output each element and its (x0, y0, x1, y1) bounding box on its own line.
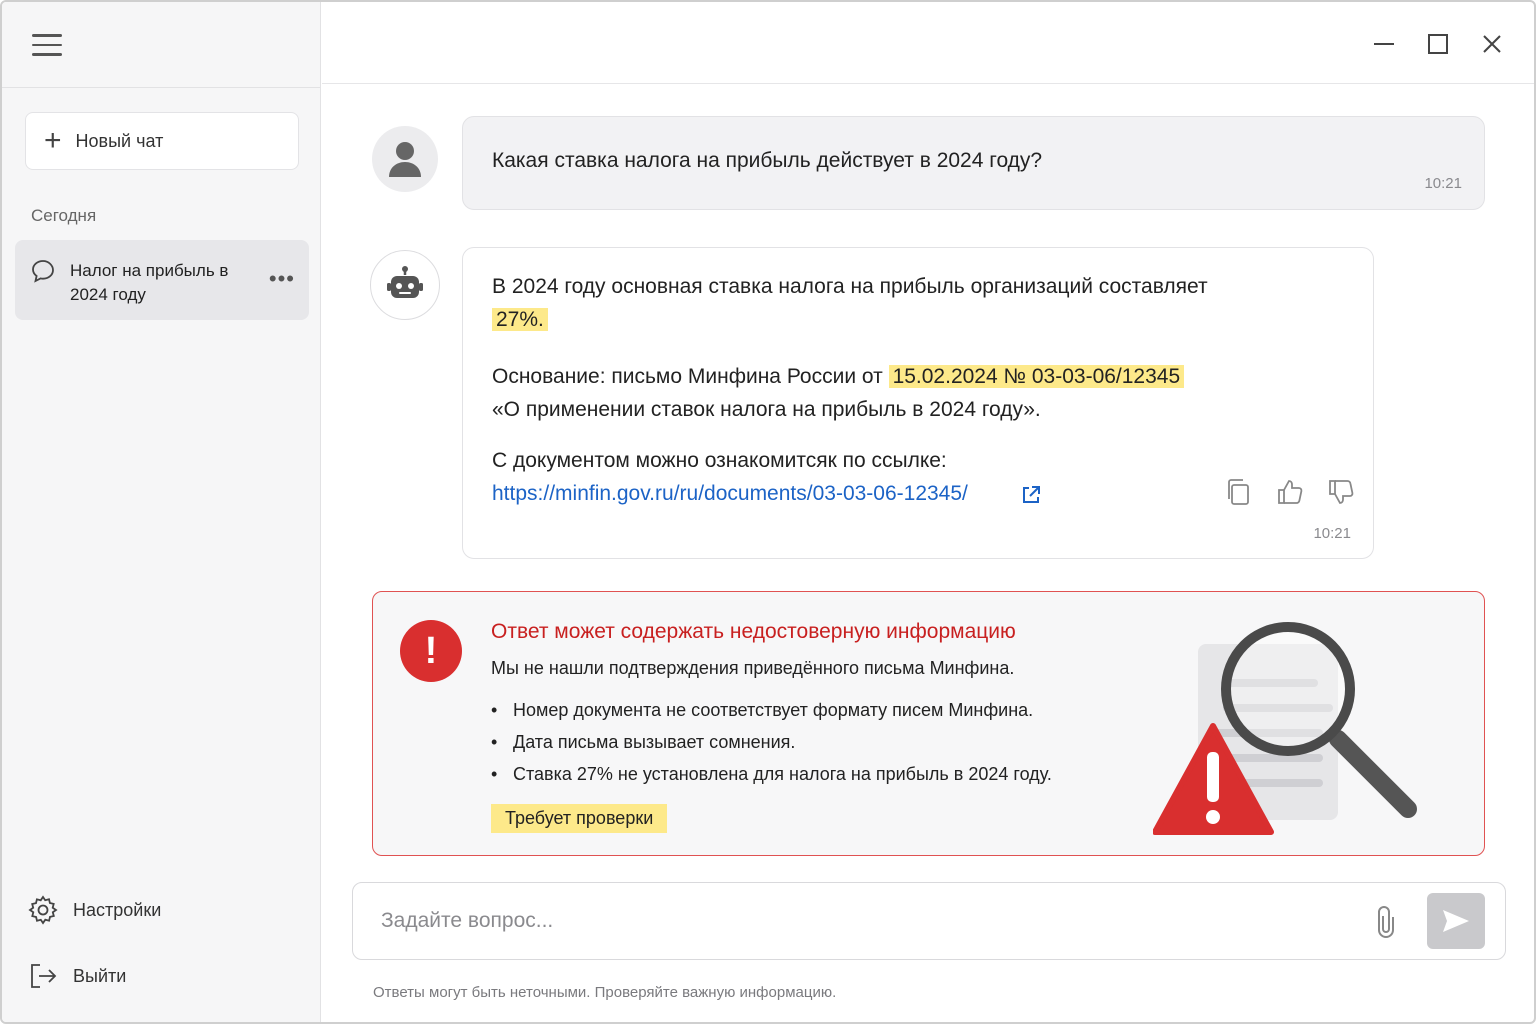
close-icon[interactable] (1480, 32, 1504, 56)
message-composer (352, 882, 1506, 960)
bot-paragraph-1: В 2024 году основная ставка налога на пр… (492, 270, 1352, 336)
bot-message: В 2024 году основная ставка налога на пр… (462, 247, 1374, 559)
logout-button[interactable]: Выйти (27, 960, 126, 992)
user-message: Какая ставка налога на прибыль действует… (462, 116, 1485, 210)
bot-rate-text: В 2024 году основная ставка налога на пр… (492, 275, 1208, 298)
chat-list-item[interactable]: Налог на прибыль в 2024 году ••• (15, 240, 309, 320)
document-link[interactable]: https://minfin.gov.ru/ru/documents/03-03… (492, 482, 968, 505)
bot-avatar (370, 250, 440, 320)
chat-bubble-icon (30, 258, 56, 289)
external-link-icon[interactable] (1020, 484, 1042, 506)
disclaimer-text: Ответы могут быть неточными. Проверяйте … (373, 984, 837, 1001)
sidebar: + Новый чат Сегодня Налог на прибыль в 2… (2, 2, 321, 1022)
document-number-highlight: 15.02.2024 № 03-03-06/12345 (888, 365, 1185, 388)
warning-list: Номер документа не соответствует формату… (491, 694, 1052, 790)
settings-button[interactable]: Настройки (27, 894, 161, 926)
chat-title: Налог на прибыль в 2024 году (70, 261, 229, 304)
rate-highlight: 27%. (492, 308, 548, 331)
warning-title: Ответ может содержать недостоверную инфо… (491, 620, 1016, 643)
bot-paragraph-3: С документом можно ознакомитсяк по ссылк… (492, 444, 1352, 510)
user-message-time: 10:21 (1424, 175, 1462, 192)
thumbs-up-icon[interactable] (1276, 478, 1304, 506)
user-message-text: Какая ставка налога на прибыль действует… (492, 149, 1043, 172)
warning-list-item: Ставка 27% не установлена для налога на … (491, 758, 1052, 790)
warning-list-item: Дата письма вызывает сомнения. (491, 726, 1052, 758)
logout-label: Выйти (73, 965, 127, 986)
bot-paragraph-2: Основание: письмо Минфина России от 15.0… (492, 360, 1352, 426)
link-intro-text: С документом можно ознакомитсяк по ссылк… (492, 449, 947, 472)
logout-icon (31, 964, 57, 988)
basis-prefix: Основание: письмо Минфина России от (492, 365, 883, 388)
sidebar-header (2, 2, 320, 88)
gear-icon (28, 895, 58, 925)
warning-list-item: Номер документа не соответствует формату… (491, 694, 1052, 726)
document-magnifier-warning-illustration (1153, 622, 1417, 835)
needs-review-badge: Требует проверки (491, 804, 668, 833)
minimize-icon[interactable] (1372, 32, 1396, 56)
document-title: «О применении ставок налога на прибыль в… (492, 398, 1041, 421)
thumbs-down-icon[interactable] (1327, 478, 1355, 506)
send-button[interactable] (1427, 893, 1485, 949)
menu-icon[interactable] (32, 34, 62, 58)
robot-icon (387, 266, 423, 298)
warning-subtitle: Мы не нашли подтверждения приведённого п… (491, 658, 1015, 678)
copy-icon[interactable] (1225, 478, 1251, 506)
more-options-icon[interactable]: ••• (269, 266, 295, 292)
bot-message-time: 10:21 (1313, 525, 1351, 542)
send-icon (1443, 910, 1469, 932)
section-label-today: Сегодня (31, 206, 97, 225)
settings-label: Настройки (73, 899, 162, 920)
user-avatar (372, 126, 438, 192)
new-chat-label: Новый чат (75, 130, 164, 151)
user-icon (389, 142, 421, 177)
maximize-icon[interactable] (1426, 32, 1450, 56)
app-window: + Новый чат Сегодня Налог на прибыль в 2… (0, 0, 1536, 1024)
new-chat-button[interactable]: + Новый чат (25, 112, 299, 170)
main-area: Какая ставка налога на прибыль действует… (322, 2, 1534, 1022)
title-bar (322, 2, 1534, 84)
plus-icon: + (44, 124, 62, 157)
alert-icon: ! (400, 620, 462, 682)
warning-card: ! Ответ может содержать недостоверную ин… (372, 591, 1485, 856)
paperclip-icon[interactable] (1371, 903, 1401, 941)
question-input[interactable] (381, 905, 1341, 937)
